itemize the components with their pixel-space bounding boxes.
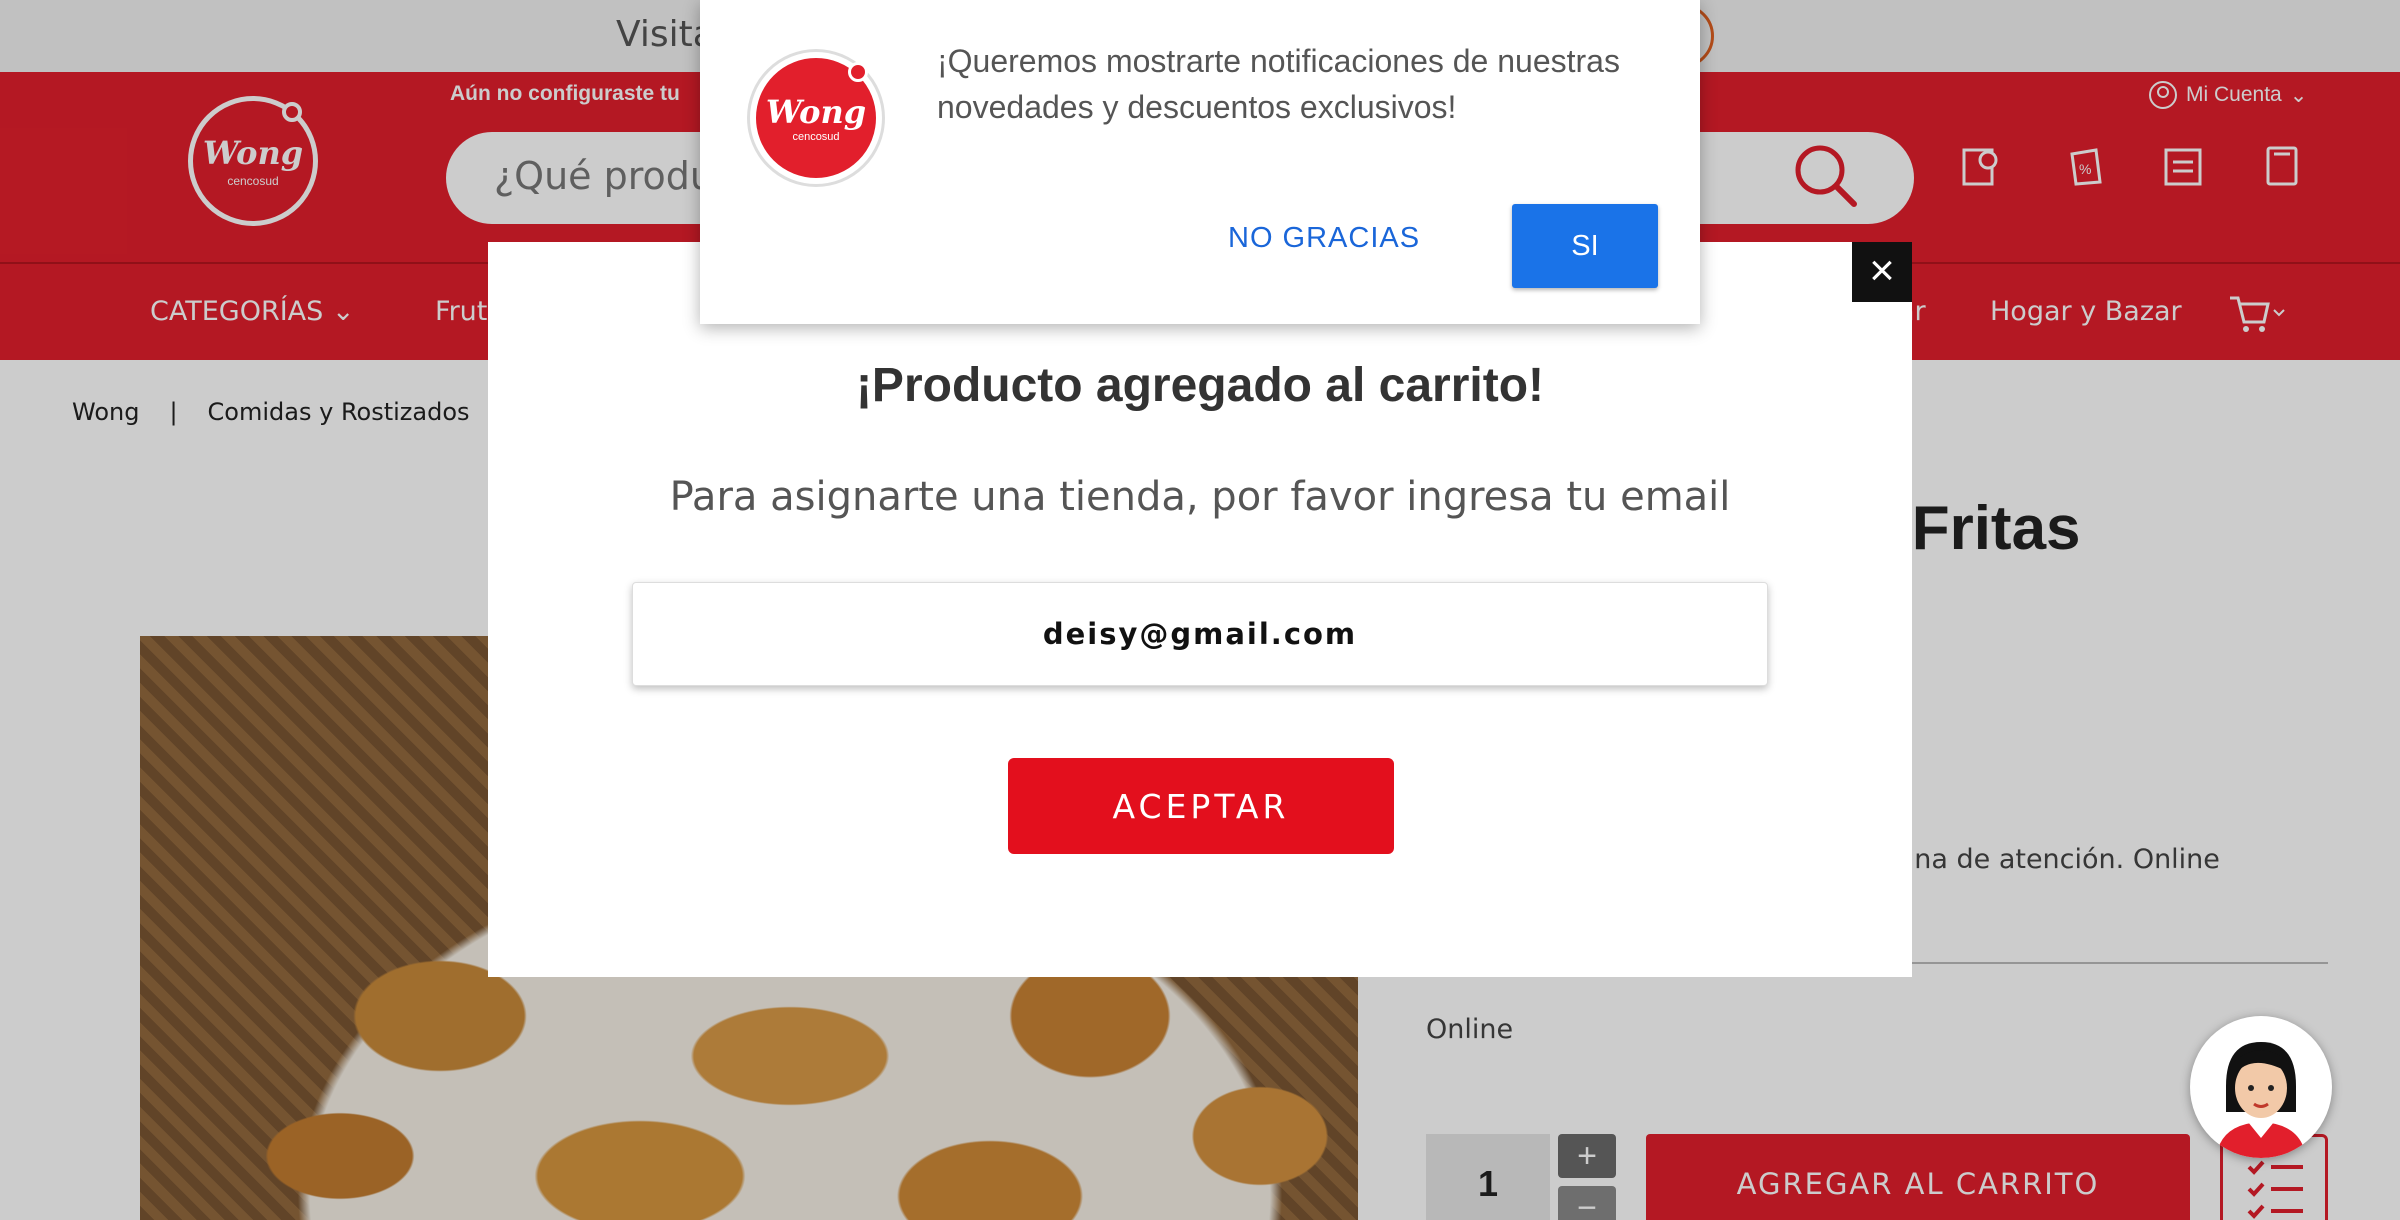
chat-assistant-avatar[interactable] [2190, 1016, 2332, 1158]
notification-message: ¡Queremos mostrarte notificaciones de nu… [937, 43, 1620, 125]
close-icon[interactable]: × [1852, 242, 1912, 302]
accept-button[interactable]: ACEPTAR [1008, 758, 1394, 854]
logo-dot-icon [848, 62, 868, 82]
assistant-avatar-icon [2216, 1042, 2306, 1158]
yes-button[interactable]: SI [1512, 204, 1658, 288]
modal-subtitle: Para asignarte una tienda, por favor ing… [669, 474, 1731, 520]
modal-title: ¡Producto agregado al carrito! [855, 359, 1545, 412]
email-field[interactable] [632, 582, 1768, 686]
no-thanks-button[interactable]: NO GRACIAS [1228, 222, 1420, 255]
notif-logo-word: Wong [765, 93, 867, 131]
notif-logo-sub: cencosud [792, 131, 840, 143]
